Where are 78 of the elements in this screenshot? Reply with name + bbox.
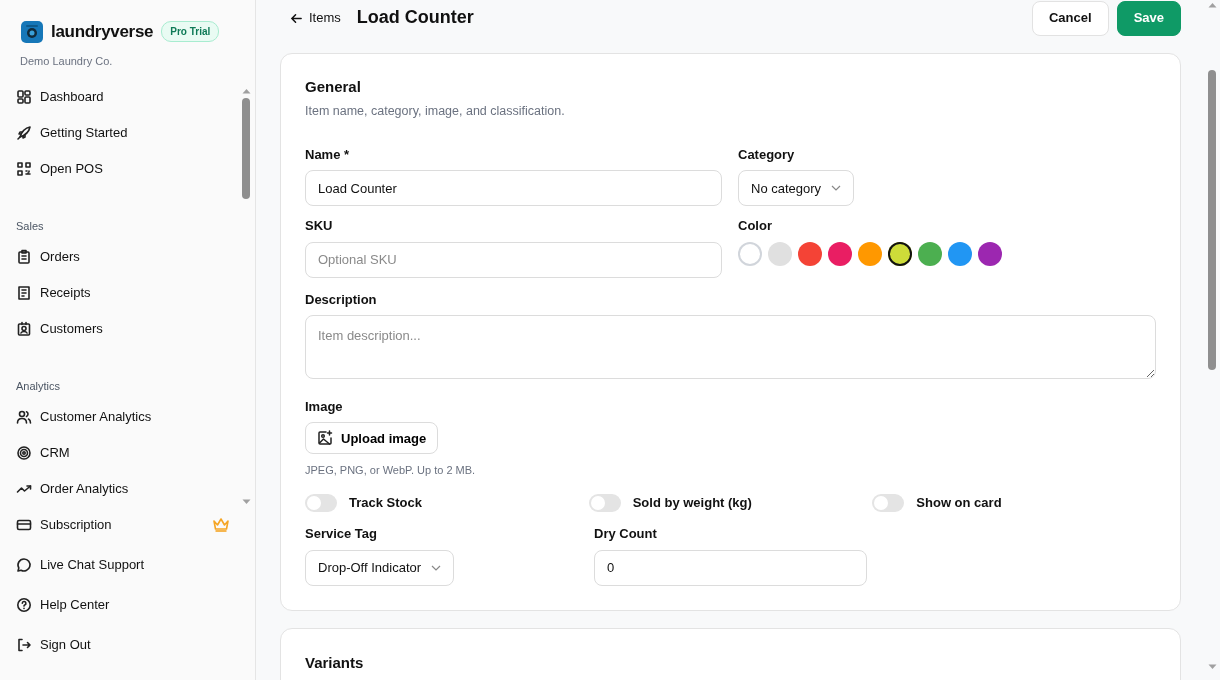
service-tag-select[interactable]: Drop-Off Indicator (305, 549, 455, 586)
color-swatch[interactable] (948, 241, 972, 266)
field-label: Service Tag (305, 525, 379, 544)
upload-button[interactable]: Upload image (305, 422, 439, 455)
logo-icon (21, 20, 43, 43)
plan-badge: Pro Trial (161, 21, 220, 43)
cancel-button[interactable]: Cancel (1032, 0, 1109, 36)
sku-field[interactable]: Optional SKU (305, 241, 722, 278)
color-swatch[interactable] (888, 241, 912, 266)
color-swatch[interactable] (978, 241, 1002, 266)
name-field[interactable]: Load Counter (305, 170, 722, 207)
toggle-label: Sold by weight (kg) (632, 493, 752, 512)
chevron-down-icon (831, 185, 842, 192)
description-field[interactable]: Item description... (305, 315, 1156, 380)
scroll-up-icon[interactable] (242, 88, 251, 94)
chat-bubble-icon (16, 556, 32, 573)
toggle-switch[interactable] (305, 493, 337, 512)
field-label: Description (305, 290, 378, 309)
sidebar-item[interactable]: Help Center (0, 584, 230, 625)
scroll-down-icon[interactable] (1208, 664, 1217, 670)
color-swatch[interactable] (798, 241, 822, 266)
scroll-up-icon[interactable] (1208, 2, 1217, 8)
sidebar-item[interactable]: CRM (0, 434, 230, 471)
section-heading: Sales (15, 218, 45, 234)
scroll-thumb[interactable] (1208, 70, 1216, 370)
dry-count-field[interactable]: 0 (594, 549, 867, 586)
color-swatch[interactable] (738, 241, 762, 266)
sidebar-item[interactable]: Open POS (0, 150, 230, 187)
field-label: Dry Count (594, 525, 658, 544)
sidebar-item[interactable]: Order Analytics (0, 470, 230, 505)
scroll-thumb[interactable] (242, 98, 250, 199)
sidebar-item[interactable]: Getting Started (0, 114, 230, 151)
grid-icon (16, 88, 32, 105)
page-title: Load Counter (356, 7, 474, 29)
section-description: Item name, category, image, and classification. (305, 103, 566, 120)
sidebar-item[interactable]: Receipts (0, 274, 230, 311)
chevron-down-icon (431, 564, 442, 571)
color-swatch[interactable] (828, 241, 852, 266)
rocket-icon (16, 124, 32, 141)
upload-hint: JPEG, PNG, or WebP. Up to 2 MB. (305, 463, 477, 479)
target-icon (16, 444, 32, 461)
save-button[interactable]: Save (1116, 0, 1181, 36)
field-label: Color (738, 217, 773, 236)
back-link[interactable]: Items (290, 8, 341, 28)
color-swatch[interactable] (768, 241, 792, 266)
section-title: Variants (305, 653, 365, 672)
clipboard-icon (16, 248, 32, 265)
toggle-switch[interactable] (872, 493, 905, 512)
toggle-switch[interactable] (588, 493, 621, 512)
category-select[interactable]: No category (738, 170, 855, 207)
sidebar-item[interactable]: Orders (0, 238, 230, 275)
field-label: Name * (305, 145, 351, 164)
company-name: Demo Laundry Co. (19, 53, 114, 69)
toggle-label: Track Stock (349, 493, 422, 512)
qr-code-icon (16, 160, 32, 177)
contact-card-icon (16, 320, 32, 337)
section-heading: Analytics (15, 378, 62, 394)
field-label: Image (305, 397, 344, 416)
brand-name: laundryverse (51, 21, 154, 43)
users-icon (16, 408, 32, 425)
sidebar-item[interactable]: Sign Out (0, 624, 230, 665)
sidebar-item[interactable]: Dashboard (0, 78, 230, 115)
sign-out-icon (16, 636, 32, 653)
color-swatch[interactable] (918, 241, 942, 266)
scroll-down-icon[interactable] (242, 499, 251, 505)
color-swatch[interactable] (858, 241, 882, 266)
sidebar-item[interactable]: Customers (0, 310, 230, 347)
back-arrow-icon (290, 11, 303, 25)
sidebar-item[interactable]: Live Chat Support (0, 544, 230, 585)
help-icon (16, 596, 32, 613)
section-title: General (305, 78, 362, 96)
field-label: Category (738, 145, 796, 164)
sidebar-item[interactable]: Subscription (0, 504, 230, 545)
sidebar-item[interactable]: Customer Analytics (0, 398, 230, 435)
toggle-label: Show on card (916, 493, 1002, 512)
field-label: SKU (305, 217, 334, 236)
image-add-icon (317, 430, 333, 447)
receipt-icon (16, 284, 32, 301)
